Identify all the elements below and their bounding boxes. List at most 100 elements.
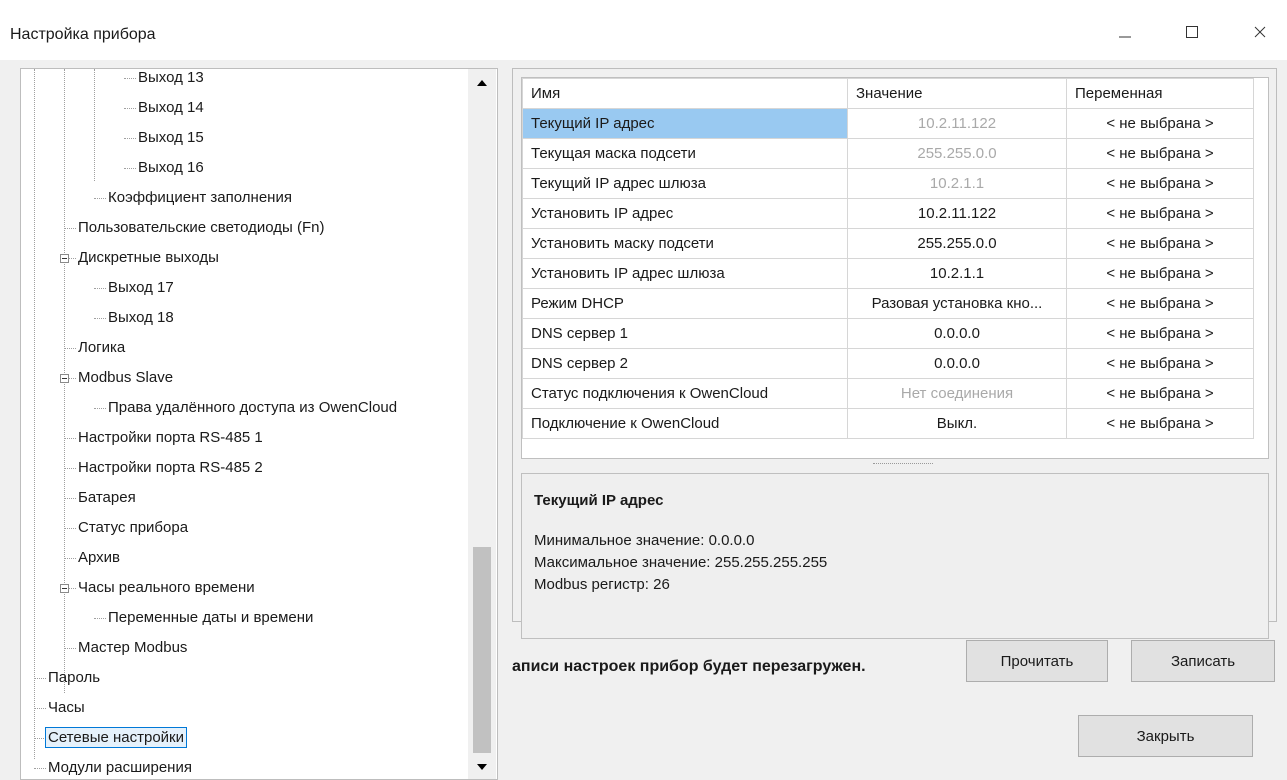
tree-item[interactable]: Выход 15 [135,125,207,151]
cell-name[interactable]: Установить IP адрес [522,198,848,229]
tree-item[interactable]: Сетевые настройки [45,725,187,751]
column-header-name[interactable]: Имя [522,78,848,109]
cell-value[interactable]: 10.2.11.122 [847,198,1067,229]
cell-value[interactable]: 0.0.0.0 [847,348,1067,379]
tree-item[interactable]: Выход 18 [105,305,177,331]
tree-item[interactable]: Настройки порта RS-485 2 [75,455,266,481]
cell-value[interactable]: Нет соединения [847,378,1067,409]
cell-variable[interactable]: < не выбрана > [1066,168,1254,199]
cell-variable[interactable]: < не выбрана > [1066,138,1254,169]
tree-item[interactable]: Пароль [45,665,103,691]
tree-item-label: Пароль [48,669,101,686]
scroll-down-icon[interactable] [468,755,496,779]
tree-item[interactable]: Статус прибора [75,515,191,541]
table-row[interactable]: Текущий IP адрес 10.2.11.122 < не выбрана … [522,108,1254,139]
window-title: Настройка прибора [10,26,156,43]
cell-variable[interactable]: < не выбрана > [1066,408,1254,439]
info-title: Текущий IP адрес [534,492,664,509]
cell-value[interactable]: Разовая установка кно... [847,288,1067,319]
cell-name[interactable]: Текущая маска подсети [522,138,848,169]
cell-name[interactable]: Подключение к OwenCloud [522,408,848,439]
table-row[interactable]: Текущий IP адрес шлюза 10.2.1.1 < не выбра… [522,168,1254,199]
info-max: Максимальное значение: 255.255.255.255 [534,554,828,571]
table-row[interactable]: DNS сервер 1 0.0.0.0 < не выбрана > [522,318,1254,349]
table-row[interactable]: Статус подключения к OwenCloud Нет соедин… [522,378,1254,409]
tree-item-label: Коэффициент заполнения [108,189,292,206]
settings-tree[interactable]: Выход 13 Выход 14 Выход 15 Выход 16 Коэффици… [20,68,498,780]
cell-variable[interactable]: < не выбрана > [1066,198,1254,229]
tree-item[interactable]: Коэффициент заполнения [105,185,295,211]
cell-variable[interactable]: < не выбрана > [1066,348,1254,379]
tree-item[interactable]: Мастер Modbus [75,635,190,661]
splitter-handle[interactable] [873,463,933,470]
tree-item[interactable]: Выход 14 [135,95,207,121]
cell-variable[interactable]: < не выбрана > [1066,378,1254,409]
cell-name[interactable]: Текущий IP адрес шлюза [522,168,848,199]
close-button[interactable]: Закрыть [1078,715,1253,757]
cell-variable[interactable]: < не выбрана > [1066,108,1254,139]
tree-item-label: Modbus Slave [78,369,174,386]
tree-item[interactable]: Modbus Slave [75,365,176,391]
read-button[interactable]: Прочитать [966,640,1108,682]
cell-value[interactable]: Выкл. [847,408,1067,439]
tree-item[interactable]: Переменные даты и времени [105,605,316,631]
tree-item-label: Батарея [78,489,136,506]
collapse-icon[interactable] [60,584,69,593]
tree-item[interactable]: Батарея [75,485,139,511]
close-icon[interactable] [1240,14,1280,50]
tree-item[interactable]: Архив [75,545,123,571]
tree-item-label: Выход 18 [108,309,174,326]
tree-item[interactable]: Часы [45,695,88,721]
table-row[interactable]: Установить IP адрес 10.2.11.122 < не выбра… [522,198,1254,229]
tree-item[interactable]: Модули расширения [45,755,195,779]
tree-item[interactable]: Выход 16 [135,155,207,181]
cell-name[interactable]: Текущий IP адрес [522,108,848,139]
cell-value[interactable]: 0.0.0.0 [847,318,1067,349]
cell-name[interactable]: Установить маску подсети [522,228,848,259]
maximize-icon[interactable] [1172,14,1212,50]
tree-item-label: Выход 17 [108,279,174,296]
table-row[interactable]: Установить маску подсети 255.255.0.0 < не … [522,228,1254,259]
tree-item[interactable]: Выход 17 [105,275,177,301]
cell-value[interactable]: 10.2.1.1 [847,258,1067,289]
cell-variable[interactable]: < не выбрана > [1066,288,1254,319]
tree-item[interactable]: Выход 13 [135,69,207,91]
cell-name[interactable]: DNS сервер 1 [522,318,848,349]
parameters-table[interactable]: Имя Значение Переменная Текущий IP адрес… [521,77,1269,459]
cell-variable[interactable]: < не выбрана > [1066,318,1254,349]
table-row[interactable]: Текущая маска подсети 255.255.0.0 < не выб… [522,138,1254,169]
collapse-icon[interactable] [60,254,69,263]
cell-name[interactable]: Режим DHCP [522,288,848,319]
cell-value[interactable]: 10.2.11.122 [847,108,1067,139]
cell-variable[interactable]: < не выбрана > [1066,258,1254,289]
table-row[interactable]: Подключение к OwenCloud Выкл. < не выбрана… [522,408,1254,439]
cell-name[interactable]: Установить IP адрес шлюза [522,258,848,289]
tree-scrollbar[interactable] [468,69,496,779]
tree-item[interactable]: Часы реального времени [75,575,258,601]
minimize-icon[interactable] [1105,14,1145,50]
column-header-value[interactable]: Значение [847,78,1067,109]
cell-value[interactable]: 255.255.0.0 [847,228,1067,259]
collapse-icon[interactable] [60,374,69,383]
column-header-variable[interactable]: Переменная [1066,78,1254,109]
scroll-up-icon[interactable] [468,71,496,95]
table-row[interactable]: Режим DHCP Разовая установка кно... < не в… [522,288,1254,319]
scroll-thumb[interactable] [473,547,491,753]
tree-item[interactable]: Логика [75,335,128,361]
table-row[interactable]: DNS сервер 2 0.0.0.0 < не выбрана > [522,348,1254,379]
tree-item[interactable]: Права удалённого доступа из OwenCloud [105,395,400,421]
cell-value[interactable]: 255.255.0.0 [847,138,1067,169]
write-button[interactable]: Записать [1131,640,1275,682]
tree-item[interactable]: Дискретные выходы [75,245,222,271]
tree-item-label: Сетевые настройки [45,727,187,748]
tree-item[interactable]: Настройки порта RS-485 1 [75,425,266,451]
cell-name[interactable]: DNS сервер 2 [522,348,848,379]
cell-name[interactable]: Статус подключения к OwenCloud [522,378,848,409]
parameter-info: Текущий IP адрес Минимальное значение: 0… [521,473,1269,639]
cell-value[interactable]: 10.2.1.1 [847,168,1067,199]
tree-item-label: Мастер Modbus [78,639,188,656]
cell-variable[interactable]: < не выбрана > [1066,228,1254,259]
tree-item-label: Архив [78,549,121,566]
tree-item[interactable]: Пользовательские светодиоды (Fn) [75,215,328,241]
table-row[interactable]: Установить IP адрес шлюза 10.2.1.1 < не вы… [522,258,1254,289]
